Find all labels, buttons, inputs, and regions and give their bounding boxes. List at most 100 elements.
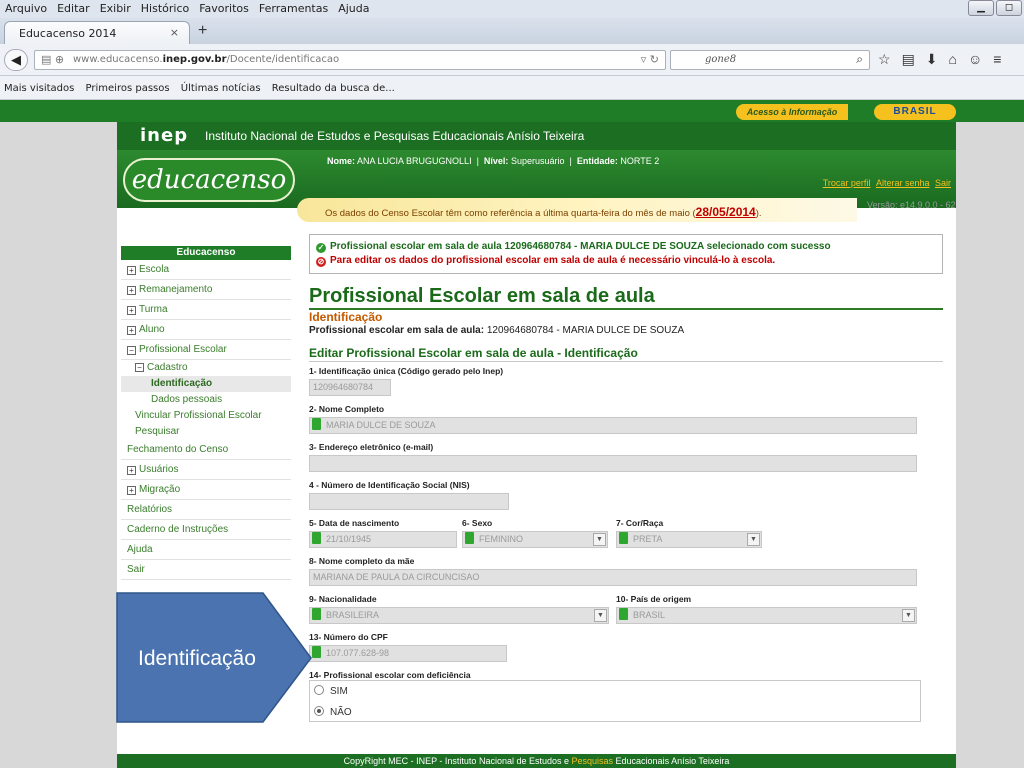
- expand-icon[interactable]: +: [127, 306, 136, 315]
- nivel-label: Nível:: [483, 156, 509, 166]
- radio-selected-icon[interactable]: [314, 706, 324, 716]
- tab-title: Educacenso 2014: [19, 27, 117, 40]
- smiley-icon[interactable]: ☺: [968, 51, 982, 68]
- sidebar-item-sair[interactable]: Sair: [121, 560, 291, 580]
- bookmarks-bar: Mais visitados Primeiros passos Últimas …: [0, 76, 1024, 100]
- success-message: ✓ Profissional escolar em sala de aula 12…: [316, 241, 942, 255]
- url-path: /Docente/identificacao: [226, 54, 340, 65]
- callout-label: Identificação: [138, 647, 256, 670]
- menu-editar[interactable]: Editar: [52, 0, 95, 15]
- menu-ajuda[interactable]: Ajuda: [333, 0, 374, 15]
- menu-icon[interactable]: ≡: [993, 51, 1001, 68]
- sidebar-item-label: Cadastro: [147, 362, 188, 373]
- chevron-down-icon[interactable]: ▼: [902, 609, 915, 622]
- sidebar-item-usuarios[interactable]: + Usuários: [121, 460, 291, 480]
- reload-icon[interactable]: ▿ ↻: [641, 53, 659, 66]
- sidebar-item-turma[interactable]: + Turma: [121, 300, 291, 320]
- url-prefix: www.educacenso.: [73, 54, 163, 65]
- minimize-icon[interactable]: ▁: [968, 0, 994, 16]
- notice-end: ).: [755, 208, 762, 219]
- sidebar-item-ajuda[interactable]: Ajuda: [121, 540, 291, 560]
- chevron-down-icon[interactable]: ▼: [747, 533, 760, 546]
- sidebar-item-dados-pessoais[interactable]: Dados pessoais: [121, 392, 291, 408]
- back-arrow-icon[interactable]: ◀: [4, 49, 28, 71]
- sidebar-item-fechamento[interactable]: Fechamento do Censo: [121, 440, 291, 460]
- alterar-senha-link[interactable]: Alterar senha: [876, 178, 930, 188]
- acesso-informacao-link[interactable]: Acesso à Informação: [736, 104, 848, 120]
- close-tab-icon[interactable]: ×: [170, 26, 179, 39]
- nome-completo-field[interactable]: MARIA DULCE DE SOUZA: [309, 417, 917, 434]
- maximize-icon[interactable]: ◻: [996, 0, 1022, 16]
- bookmark-star-icon[interactable]: ☆: [878, 51, 891, 68]
- censo-notice: Os dados do Censo Escolar têm como refer…: [297, 198, 857, 222]
- expand-icon[interactable]: +: [127, 266, 136, 275]
- field-5-label: 5- Data de nascimento: [309, 518, 400, 528]
- inep-header: inep Instituto Nacional de Estudos e Pes…: [117, 122, 956, 150]
- field-14-label: 14- Profissional escolar com deficiência: [309, 670, 471, 680]
- home-icon[interactable]: ⌂: [949, 51, 957, 68]
- radio-icon[interactable]: [314, 685, 324, 695]
- sidebar-item-pesquisar[interactable]: Pesquisar: [121, 424, 291, 440]
- sidebar-item-escola[interactable]: + Escola: [121, 260, 291, 280]
- email-field[interactable]: [309, 455, 917, 472]
- nome-mae-field[interactable]: MARIANA DE PAULA DA CIRCUNCISAO: [309, 569, 917, 586]
- menu-exibir[interactable]: Exibir: [95, 0, 136, 15]
- cor-raca-select[interactable]: PRETA ▼: [616, 531, 762, 548]
- browser-tab[interactable]: Educacenso 2014 ×: [4, 21, 190, 44]
- identificacao-unica-field[interactable]: 120964680784: [309, 379, 391, 396]
- sidebar-item-cadastro[interactable]: − Cadastro: [121, 360, 291, 376]
- expand-icon[interactable]: +: [127, 326, 136, 335]
- search-input[interactable]: gone8 ⌕: [670, 50, 870, 70]
- bookmarks-menu-icon[interactable]: ▤: [902, 51, 915, 68]
- chevron-down-icon[interactable]: ▼: [594, 609, 607, 622]
- menu-historico[interactable]: Histórico: [136, 0, 194, 15]
- cpf-field[interactable]: 107.077.628-98: [309, 645, 507, 662]
- sidebar-item-profissional-escolar[interactable]: − Profissional Escolar: [121, 340, 291, 360]
- brasil-logo[interactable]: BRASIL: [874, 104, 956, 120]
- sidebar-item-vincular[interactable]: Vincular Profissional Escolar: [121, 408, 291, 424]
- menu-favoritos[interactable]: Favoritos: [194, 0, 254, 15]
- sidebar-item-migracao[interactable]: + Migração: [121, 480, 291, 500]
- menu-arquivo[interactable]: Arquivo: [0, 0, 52, 15]
- sair-link[interactable]: Sair: [935, 178, 951, 188]
- pais-origem-select[interactable]: BRASIL ▼: [616, 607, 917, 624]
- collapse-icon[interactable]: −: [127, 346, 136, 355]
- sidebar-item-relatorios[interactable]: Relatórios: [121, 500, 291, 520]
- nacionalidade-select[interactable]: BRASILEIRA ▼: [309, 607, 609, 624]
- deficiencia-sim-radio[interactable]: SIM: [314, 685, 348, 697]
- chevron-down-icon[interactable]: ▼: [593, 533, 606, 546]
- sidebar-item-caderno[interactable]: Caderno de Instruções: [121, 520, 291, 540]
- data-nascimento-field[interactable]: 21/10/1945: [309, 531, 457, 548]
- expand-icon[interactable]: +: [127, 286, 136, 295]
- expand-icon[interactable]: +: [127, 466, 136, 475]
- radio-label: SIM: [330, 686, 348, 697]
- prof-label: Profissional escolar em sala de aula:: [309, 325, 485, 336]
- bookmark-mais-visitados[interactable]: Mais visitados: [4, 83, 74, 94]
- header-links: Trocar perfil Alterar senha Sair: [820, 178, 951, 188]
- bookmark-resultado-busca[interactable]: Resultado da busca de...: [272, 83, 395, 94]
- sidebar-item-identificacao[interactable]: Identificação: [121, 376, 291, 392]
- sexo-value: FEMININO: [479, 534, 523, 544]
- deficiencia-nao-radio[interactable]: NÃO: [314, 706, 352, 718]
- page-footer: CopyRight MEC - INEP - Instituto Naciona…: [117, 754, 956, 768]
- nis-field[interactable]: [309, 493, 509, 510]
- toolbar-icons: ☆ ▤ ⬇ ⌂ ☺ ≡: [878, 51, 1001, 68]
- menu-ferramentas[interactable]: Ferramentas: [254, 0, 333, 15]
- new-tab-icon[interactable]: +: [198, 22, 207, 40]
- site-identity-icon[interactable]: ▤ ⊕: [41, 53, 64, 66]
- search-icon[interactable]: ⌕: [856, 52, 863, 67]
- field-1-label: 1- Identificação única (Código gerado pe…: [309, 366, 504, 376]
- expand-icon[interactable]: +: [127, 486, 136, 495]
- bookmark-primeiros-passos[interactable]: Primeiros passos: [86, 83, 170, 94]
- error-message: ⊘ Para editar os dados do profissional es…: [316, 255, 942, 269]
- nivel-value: Superusuário: [510, 156, 565, 166]
- download-icon[interactable]: ⬇: [926, 51, 938, 68]
- sidebar-item-remanejamento[interactable]: + Remanejamento: [121, 280, 291, 300]
- sidebar-item-aluno[interactable]: + Aluno: [121, 320, 291, 340]
- sexo-select[interactable]: FEMININO ▼: [462, 531, 608, 548]
- collapse-icon[interactable]: −: [135, 363, 144, 372]
- trocar-perfil-link[interactable]: Trocar perfil: [823, 178, 871, 188]
- menu-bar: Arquivo Editar Exibir Histórico Favoritos Fer…: [0, 0, 1024, 18]
- bookmark-ultimas-noticias[interactable]: Últimas notícias: [181, 83, 261, 94]
- address-bar[interactable]: ▤ ⊕ www.educacenso.inep.gov.br/Docente/i…: [34, 50, 666, 70]
